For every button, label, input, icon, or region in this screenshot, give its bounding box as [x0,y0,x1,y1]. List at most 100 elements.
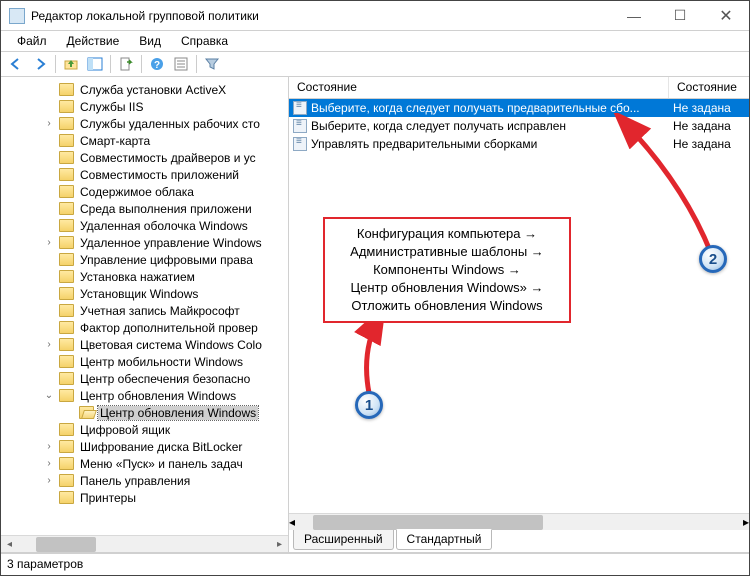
tree-item[interactable]: › Шифрование диска BitLocker [1,438,288,455]
tree-item[interactable]: Центр обеспечения безопасно [1,370,288,387]
export-button[interactable] [115,53,137,75]
folder-icon [59,474,74,487]
tree-hscrollbar[interactable]: ◂ ▸ [1,535,288,552]
chevron-right-icon[interactable]: › [43,475,55,487]
scroll-left-icon[interactable]: ◂ [1,536,18,553]
chevron-right-icon[interactable]: › [43,339,55,351]
column-state-header[interactable]: Состояние [669,77,749,98]
help-icon: ? [149,56,165,72]
menu-file[interactable]: Файл [7,32,57,50]
chevron-right-icon[interactable]: › [43,118,55,130]
tree-pane-icon [87,56,103,72]
chevron-right-icon[interactable]: › [43,237,55,249]
list-row[interactable]: Выберите, когда следует получать предвар… [289,99,749,117]
menu-help[interactable]: Справка [171,32,238,50]
tree-item-label: Управление цифровыми права [78,253,255,267]
menu-bar: Файл Действие Вид Справка [1,31,749,51]
tree-item[interactable]: Принтеры [1,489,288,506]
folder-icon [59,134,74,147]
close-button[interactable]: ✕ [703,1,749,31]
tree-item-label: Установщик Windows [78,287,200,301]
menu-action[interactable]: Действие [57,32,130,50]
tree-item[interactable]: Установка нажатием [1,268,288,285]
tree-view[interactable]: Служба установки ActiveXСлужбы IIS › Служб… [1,77,288,535]
up-button[interactable] [60,53,82,75]
tree-item[interactable]: Фактор дополнительной провер [1,319,288,336]
tree-item-label: Служба установки ActiveX [78,83,228,97]
folder-icon [59,151,74,164]
status-text: 3 параметров [7,557,83,571]
arrow-left-icon [8,56,24,72]
back-button[interactable] [5,53,27,75]
folder-icon [59,117,74,130]
menu-view[interactable]: Вид [129,32,171,50]
scroll-right-icon[interactable]: ▸ [743,515,749,529]
tree-item[interactable]: Центр обновления Windows [1,404,288,421]
show-hide-tree-button[interactable] [84,53,106,75]
list-row[interactable]: Выберите, когда следует получать исправл… [289,117,749,135]
policy-icon [293,137,307,151]
tabs-bar: Расширенный Стандартный [289,530,749,552]
tree-item-label: Шифрование диска BitLocker [78,440,244,454]
maximize-button[interactable]: ☐ [657,1,703,31]
tree-item[interactable]: ⌄Центр обновления Windows [1,387,288,404]
tab-extended[interactable]: Расширенный [293,530,394,550]
policy-state: Не задана [669,119,749,133]
chevron-down-icon[interactable]: ⌄ [43,390,55,402]
tree-item[interactable]: Совместимость драйверов и ус [1,149,288,166]
tree-item-label: Меню «Пуск» и панель задач [78,457,245,471]
column-name-header[interactable]: Состояние [289,77,669,98]
annotation-line: Центр обновления Windows» → [333,279,561,297]
tree-item[interactable]: ›Цветовая система Windows Colo [1,336,288,353]
app-icon [9,8,25,24]
chevron-right-icon[interactable]: › [43,458,55,470]
tree-item-label: Принтеры [78,491,138,505]
tree-item[interactable]: Цифровой ящик [1,421,288,438]
folder-icon [59,83,74,96]
tree-item[interactable]: Смарт-карта [1,132,288,149]
annotation-badge-1: 1 [355,391,383,419]
tree-item[interactable]: Удаленная оболочка Windows [1,217,288,234]
tree-item[interactable]: ›Панель управления [1,472,288,489]
tree-item[interactable]: Служба установки ActiveX [1,81,288,98]
tab-standard[interactable]: Стандартный [396,529,493,550]
tree-item-label: Центр обеспечения безопасно [78,372,252,386]
funnel-icon [204,56,220,72]
tree-item[interactable]: Центр мобильности Windows [1,353,288,370]
tree-item-label: Совместимость драйверов и ус [78,151,258,165]
tree-item[interactable]: Службы IIS [1,98,288,115]
tree-item[interactable]: Учетная запись Майкрософт [1,302,288,319]
folder-icon [59,168,74,181]
separator [141,55,142,73]
forward-button[interactable] [29,53,51,75]
tree-item-label: Установка нажатием [78,270,197,284]
tree-item[interactable]: Установщик Windows [1,285,288,302]
scroll-left-icon[interactable]: ◂ [289,515,295,529]
properties-button[interactable] [170,53,192,75]
tree-item-label: Удаленное управление Windows [78,236,264,250]
properties-icon [173,56,189,72]
title-bar: Редактор локальной групповой политики — … [1,1,749,31]
tree-item[interactable]: Содержимое облака [1,183,288,200]
list-hscrollbar[interactable]: ◂ ▸ [289,513,749,530]
minimize-button[interactable]: — [611,1,657,31]
tree-item[interactable]: › Удаленное управление Windows [1,234,288,251]
tree-item[interactable]: › Службы удаленных рабочих сто [1,115,288,132]
tree-item-label: Совместимость приложений [78,168,241,182]
tree-item[interactable]: › Меню «Пуск» и панель задач [1,455,288,472]
scroll-right-icon[interactable]: ▸ [271,536,288,553]
scrollbar-thumb[interactable] [313,515,543,530]
tree-item[interactable]: Совместимость приложений [1,166,288,183]
tree-item[interactable]: Среда выполнения приложени [1,200,288,217]
tree-item[interactable]: Управление цифровыми права [1,251,288,268]
list-row[interactable]: Управлять предварительными сборкамиНе за… [289,135,749,153]
help-button[interactable]: ? [146,53,168,75]
filter-button[interactable] [201,53,223,75]
tree-item-label: Службы удаленных рабочих сто [78,117,262,131]
policy-name: Выберите, когда следует получать исправл… [311,119,566,133]
chevron-right-icon[interactable]: › [43,441,55,453]
folder-icon [59,338,74,351]
scrollbar-thumb[interactable] [36,537,96,552]
folder-icon [59,202,74,215]
separator [55,55,56,73]
